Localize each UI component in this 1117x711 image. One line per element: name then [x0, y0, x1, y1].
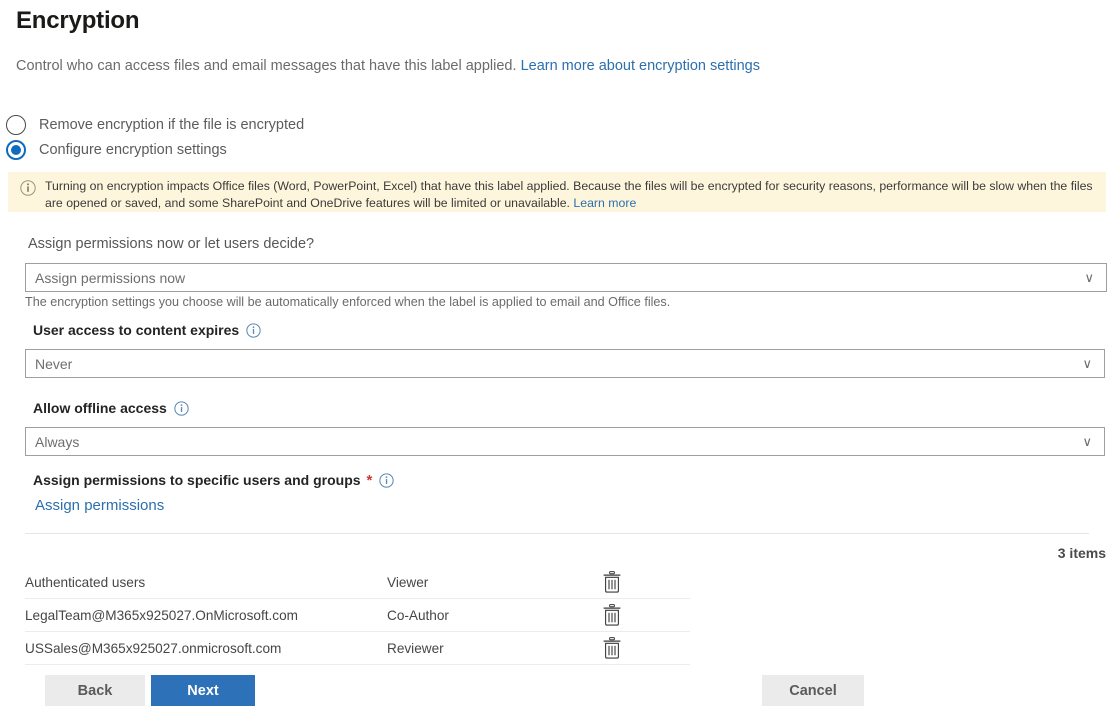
back-button[interactable]: Back: [45, 675, 145, 706]
table-cell-role: Reviewer: [387, 640, 444, 656]
assign-specific-users-label: Assign permissions to specific users and…: [33, 471, 395, 489]
assign-permissions-dropdown[interactable]: Assign permissions now ∨: [25, 263, 1107, 292]
table-cell-user: Authenticated users: [25, 574, 146, 590]
required-marker: *: [366, 471, 373, 489]
table-row[interactable]: Authenticated users Viewer: [25, 566, 690, 599]
page-subtitle: Control who can access files and email m…: [16, 58, 760, 74]
banner-message: Turning on encryption impacts Office fil…: [45, 179, 1093, 210]
radio-option-configure-encryption-label: Configure encryption settings: [39, 142, 227, 158]
allow-offline-access-dropdown[interactable]: Always ∨: [25, 427, 1105, 456]
allow-offline-access-label: Allow offline access: [33, 400, 189, 416]
page-subtitle-text: Control who can access files and email m…: [16, 58, 517, 74]
user-access-expires-dropdown-value: Never: [35, 355, 73, 372]
next-button[interactable]: Next: [151, 675, 255, 706]
assign-specific-users-label-text: Assign permissions to specific users and…: [33, 472, 361, 488]
table-cell-user: USSales@M365x925027.onmicrosoft.com: [25, 640, 282, 656]
allow-offline-access-label-text: Allow offline access: [33, 400, 167, 416]
cancel-button[interactable]: Cancel: [762, 675, 864, 706]
user-access-expires-dropdown[interactable]: Never ∨: [25, 349, 1105, 378]
encryption-info-banner-text: Turning on encryption impacts Office fil…: [45, 178, 1100, 211]
chevron-down-icon: ∨: [1084, 269, 1094, 285]
radio-option-remove-encryption[interactable]: Remove encryption if the file is encrypt…: [6, 115, 304, 135]
info-icon: [20, 180, 36, 196]
assign-permissions-dropdown-value: Assign permissions now: [35, 269, 186, 286]
table-cell-user: LegalTeam@M365x925027.OnMicrosoft.com: [25, 607, 298, 623]
assign-permissions-link[interactable]: Assign permissions: [35, 497, 164, 514]
table-row[interactable]: USSales@M365x925027.onmicrosoft.com Revi…: [25, 632, 690, 665]
trash-icon: [603, 604, 621, 626]
radio-option-remove-encryption-label: Remove encryption if the file is encrypt…: [39, 117, 305, 133]
radio-circle-icon[interactable]: [6, 115, 26, 135]
chevron-down-icon: ∨: [1082, 433, 1092, 449]
permissions-table: Authenticated users Viewer LegalTeam@M36…: [25, 566, 690, 665]
trash-icon: [603, 571, 621, 593]
info-icon[interactable]: [174, 400, 189, 416]
table-cell-role: Viewer: [387, 574, 429, 590]
info-icon[interactable]: [246, 322, 261, 338]
table-top-divider: [25, 533, 1089, 534]
delete-row-button[interactable]: [602, 571, 642, 593]
table-row[interactable]: LegalTeam@M365x925027.OnMicrosoft.com Co…: [25, 599, 690, 632]
assign-permissions-question-label: Assign permissions now or let users deci…: [28, 236, 315, 252]
user-access-expires-label: User access to content expires: [33, 322, 261, 338]
allow-offline-access-dropdown-value: Always: [35, 433, 80, 450]
encryption-info-banner: Turning on encryption impacts Office fil…: [8, 172, 1106, 212]
radio-option-configure-encryption[interactable]: Configure encryption settings: [6, 140, 227, 160]
radio-circle-selected-icon[interactable]: [6, 140, 26, 160]
delete-row-button[interactable]: [602, 604, 642, 626]
info-icon[interactable]: [379, 472, 395, 488]
page-title: Encryption: [16, 7, 140, 34]
user-access-expires-label-text: User access to content expires: [33, 322, 240, 338]
chevron-down-icon: ∨: [1082, 355, 1092, 371]
items-count: 3 items: [1057, 545, 1106, 561]
trash-icon: [603, 637, 621, 659]
assign-permissions-helper-text: The encryption settings you choose will …: [25, 295, 671, 309]
encryption-settings-page: Encryption Control who can access files …: [0, 0, 1117, 711]
table-cell-role: Co-Author: [387, 607, 449, 623]
delete-row-button[interactable]: [602, 637, 642, 659]
banner-learn-more-link[interactable]: Learn more: [573, 196, 636, 210]
learn-more-encryption-settings-link[interactable]: Learn more about encryption settings: [521, 58, 760, 74]
